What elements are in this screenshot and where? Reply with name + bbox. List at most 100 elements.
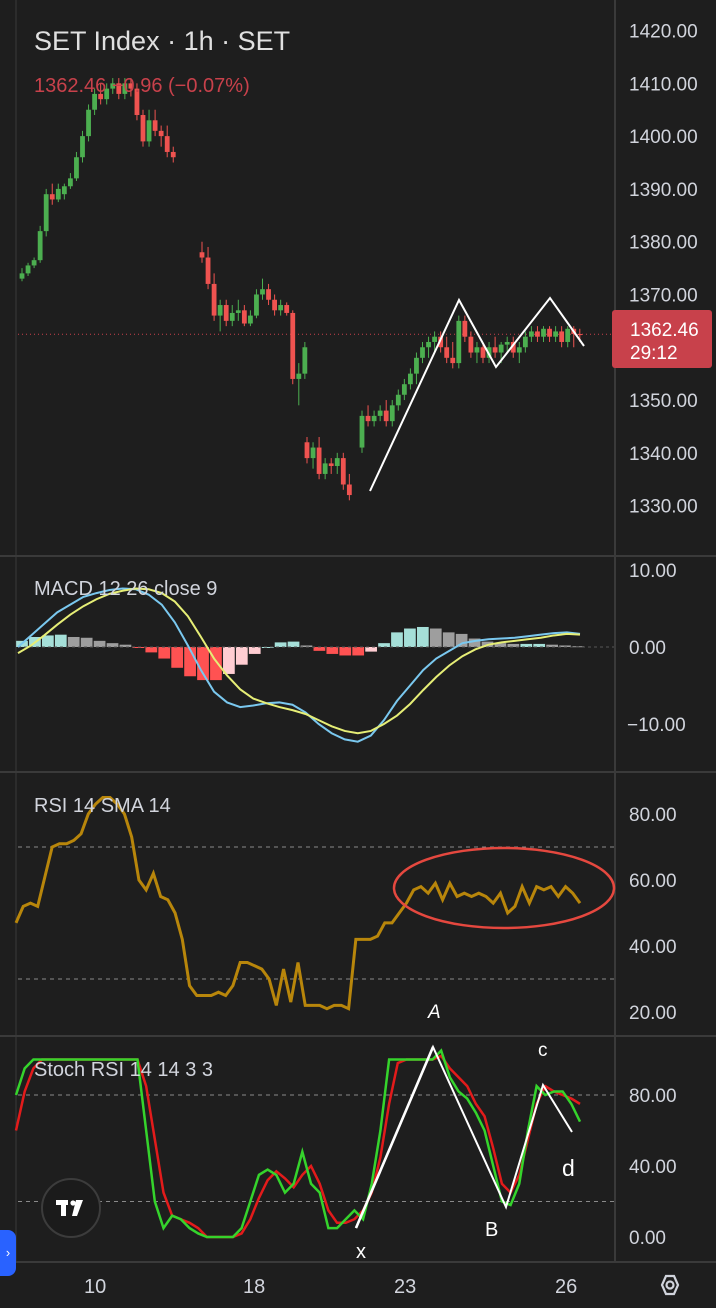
candle-body xyxy=(334,458,340,467)
time-label-23: 23 xyxy=(394,1276,416,1298)
tradingview-logo-icon xyxy=(56,1200,83,1216)
stoch-tick-label: 40.00 xyxy=(629,1157,677,1178)
macd-histogram-bar xyxy=(352,647,365,656)
candle-body xyxy=(217,305,223,316)
candle-body xyxy=(377,410,383,416)
candle-body xyxy=(199,252,205,258)
macd-histogram-bar xyxy=(106,643,119,647)
macd-histogram-bar xyxy=(326,647,339,654)
candle-body xyxy=(223,305,229,321)
candle-body xyxy=(140,115,146,142)
candle-body xyxy=(365,415,371,422)
pattern-label-c: c xyxy=(538,1040,548,1061)
macd-histogram-bar xyxy=(416,626,429,647)
candle-body xyxy=(553,331,558,337)
price-tick-label: 1330.00 xyxy=(629,497,698,518)
candle-body xyxy=(420,347,425,358)
candle-body xyxy=(43,194,49,232)
candle-body xyxy=(284,305,290,313)
rsi-legend[interactable]: RSI 14 SMA 14 xyxy=(34,795,171,817)
candle xyxy=(43,188,49,237)
candle-body xyxy=(450,357,456,364)
price-change: 1362.46 −0.96 (−0.07%) xyxy=(34,75,250,97)
candle-body xyxy=(565,328,571,342)
candle-body xyxy=(322,463,328,474)
macd-histogram-bar xyxy=(54,634,67,647)
candle-body xyxy=(535,331,540,337)
rsi-tick-label: 20.00 xyxy=(629,1003,677,1024)
candle-body xyxy=(492,347,498,353)
candle-body xyxy=(480,347,486,358)
candle-body xyxy=(516,347,522,353)
candle-body xyxy=(86,109,91,137)
macd-histogram-bar xyxy=(210,647,222,681)
price-tick-label: 1400.00 xyxy=(629,127,698,148)
macd-histogram-bar xyxy=(274,642,287,647)
candle-body xyxy=(547,328,552,337)
candle xyxy=(359,410,365,453)
price-tick-label: 1390.00 xyxy=(629,180,698,201)
candle-body xyxy=(55,188,61,200)
candle-body xyxy=(302,347,308,374)
chevron-right-icon: › xyxy=(5,1245,11,1260)
candle-body xyxy=(383,410,389,422)
candle-body xyxy=(158,130,164,137)
candle-body xyxy=(49,194,55,200)
price-badge-countdown: 29:12 xyxy=(630,343,678,364)
macd-histogram-bar xyxy=(158,647,171,659)
macd-histogram-bar xyxy=(80,637,93,647)
chart-stage: 1420.00 1410.00 1400.00 1390.00 1380.00 1370.… xyxy=(0,0,716,1308)
candle-body xyxy=(296,373,302,379)
macd-histogram-bar xyxy=(442,632,455,647)
settings-button[interactable] xyxy=(650,1268,690,1302)
pattern-label-a: A xyxy=(427,1002,441,1023)
stoch-rsi-legend[interactable]: Stoch RSI 14 14 3 3 xyxy=(34,1059,213,1081)
candle-body xyxy=(61,186,67,195)
candle-body xyxy=(211,283,217,316)
candle-body xyxy=(304,442,310,459)
candle-body xyxy=(401,384,407,395)
time-label-18: 18 xyxy=(243,1276,265,1298)
candle-body xyxy=(340,458,346,485)
price-tick-label: 1340.00 xyxy=(629,444,698,465)
macd-tick-label: 10.00 xyxy=(629,561,677,582)
pattern-label-d: d xyxy=(562,1155,575,1181)
macd-legend[interactable]: MACD 12 26 close 9 xyxy=(34,578,217,600)
rsi-tick-label: 60.00 xyxy=(629,871,677,892)
candle-body xyxy=(371,415,377,422)
macd-histogram-bar xyxy=(235,647,248,665)
price-badge: 1362.46 29:12 xyxy=(612,310,712,368)
candle xyxy=(340,452,346,490)
candle-body xyxy=(522,336,528,348)
candle-body xyxy=(328,463,334,467)
candle xyxy=(290,310,296,385)
macd-histogram-bar xyxy=(93,640,106,647)
candle-body xyxy=(414,357,419,374)
candle-body xyxy=(310,447,316,459)
candle-body xyxy=(559,331,565,342)
candle-body xyxy=(498,344,504,353)
candle-body xyxy=(260,289,265,295)
macd-histogram-bar xyxy=(287,641,300,647)
candle-body xyxy=(164,136,170,152)
price-tick-label: 1420.00 xyxy=(629,22,698,43)
candle-body xyxy=(37,231,43,261)
macd-histogram-bar xyxy=(404,628,416,647)
macd-tick-label: 0.00 xyxy=(629,638,666,659)
candle-body xyxy=(359,415,365,448)
stoch-tick-label: 80.00 xyxy=(629,1086,677,1107)
candle-body xyxy=(577,334,583,336)
candle-body xyxy=(541,328,546,337)
candle-body xyxy=(266,289,271,300)
candle xyxy=(302,341,308,379)
macd-histogram-bar xyxy=(378,643,390,647)
macd-histogram-bar xyxy=(313,647,326,651)
side-panel-toggle[interactable]: › xyxy=(0,1230,16,1276)
candle-body xyxy=(426,341,431,348)
pattern-label-x: x xyxy=(356,1241,366,1263)
candle-body xyxy=(346,484,352,496)
gear-icon xyxy=(660,1274,680,1296)
candle-body xyxy=(205,257,211,284)
tradingview-logo[interactable] xyxy=(41,1178,101,1238)
candle-body xyxy=(389,405,395,422)
